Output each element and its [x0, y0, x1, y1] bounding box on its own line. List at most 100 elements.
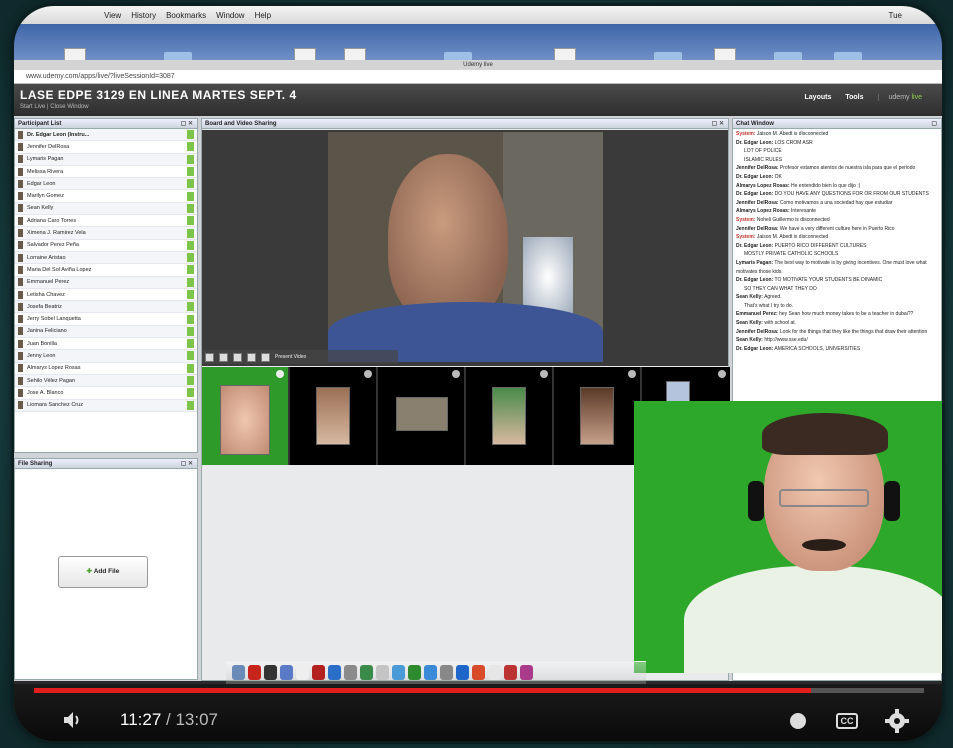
dock-app-icon[interactable] — [264, 665, 277, 680]
status-icon[interactable] — [187, 154, 194, 164]
grid-icon[interactable] — [233, 352, 242, 362]
thumbnail[interactable] — [202, 367, 290, 465]
status-icon[interactable] — [187, 253, 194, 263]
participant-row[interactable]: Emmanuel Perez — [15, 276, 197, 289]
status-icon[interactable] — [187, 290, 194, 299]
tools-menu[interactable]: Tools — [845, 94, 863, 101]
participant-row[interactable]: Jenny Leon — [15, 350, 197, 363]
dock-app-icon[interactable] — [360, 665, 373, 680]
panel-controls-icon[interactable]: ▢ — [931, 119, 937, 129]
panel-controls-icon[interactable]: ▢ ✕ — [181, 459, 193, 469]
dock-app-icon[interactable] — [248, 665, 261, 680]
participant-row[interactable]: Almarys Lopez Rosas — [15, 363, 197, 375]
participant-row[interactable]: Ximena J. Ramirez Vela — [15, 227, 197, 240]
participant-row[interactable]: Edgar Leon — [15, 178, 197, 191]
panel-controls-icon[interactable]: ▢ ✕ — [181, 119, 193, 129]
menu-bookmarks[interactable]: Bookmarks — [166, 11, 206, 20]
participant-row[interactable]: Marilyn Gomez — [15, 190, 197, 203]
participant-row[interactable]: Dr. Edgar Leon (Instru... — [15, 129, 197, 142]
status-icon[interactable] — [187, 228, 194, 238]
status-icon[interactable] — [187, 400, 194, 410]
status-icon[interactable] — [187, 142, 194, 152]
status-icon[interactable] — [187, 363, 194, 373]
dock-app-icon[interactable] — [424, 665, 437, 680]
dock-app-icon[interactable] — [456, 665, 469, 680]
panel-controls-icon[interactable]: ▢ ✕ — [712, 119, 724, 129]
participant-row[interactable]: Josefa Beatriz — [15, 301, 197, 314]
participant-row[interactable]: Jerry Sobel Lanquetta — [15, 313, 197, 326]
status-icon[interactable] — [187, 302, 194, 312]
menu-help[interactable]: Help — [255, 11, 271, 20]
close-video-icon[interactable] — [261, 352, 270, 362]
participant-row[interactable]: Adriana Caro Torres — [15, 215, 197, 228]
layouts-menu[interactable]: Layouts — [805, 94, 832, 101]
status-icon[interactable] — [187, 167, 194, 177]
dock-app-icon[interactable] — [392, 665, 405, 680]
dock-app-icon[interactable] — [232, 665, 245, 680]
expand-icon[interactable] — [247, 352, 256, 362]
dock-app-icon[interactable] — [376, 665, 389, 680]
slider-icon[interactable] — [219, 352, 228, 362]
dock-app-icon[interactable] — [344, 665, 357, 680]
close-thumb-icon[interactable] — [540, 370, 548, 378]
thumbnail[interactable] — [290, 367, 378, 465]
thumbnail[interactable] — [554, 367, 642, 465]
thumbnail[interactable] — [378, 367, 466, 465]
status-icon[interactable] — [187, 179, 194, 189]
menu-view[interactable]: View — [104, 11, 121, 20]
status-icon[interactable] — [187, 240, 194, 250]
participant-row[interactable]: Sean Kelly — [15, 202, 197, 216]
participant-row[interactable]: Lymaris Pagan — [15, 153, 197, 166]
close-thumb-icon[interactable] — [364, 370, 372, 378]
dock-app-icon[interactable] — [488, 665, 501, 680]
dock-app-icon[interactable] — [440, 665, 453, 680]
status-icon[interactable] — [187, 265, 194, 275]
close-thumb-icon[interactable] — [628, 370, 636, 378]
add-file-button[interactable]: ✚ Add File — [58, 556, 148, 588]
status-icon[interactable] — [187, 339, 194, 349]
clock-icon[interactable] — [790, 713, 806, 729]
dock-app-icon[interactable] — [328, 665, 341, 680]
menu-history[interactable]: History — [131, 11, 156, 20]
participant-row[interactable]: Lorraine Aristao — [15, 251, 197, 265]
status-icon[interactable] — [187, 216, 194, 226]
participant-row[interactable]: Maria Del Sol Aviña Lopez — [15, 264, 197, 277]
participant-row[interactable]: Janina Feliciano — [15, 325, 197, 339]
status-icon[interactable] — [187, 376, 194, 386]
close-thumb-icon[interactable] — [452, 370, 460, 378]
participant-row[interactable]: Melissa Rivera — [15, 166, 197, 179]
dock-app-icon[interactable] — [472, 665, 485, 680]
cc-icon[interactable]: CC — [836, 713, 858, 729]
participant-row[interactable]: Salvador Perez Peña — [15, 240, 197, 252]
participant-row[interactable]: Liomara Sanchez Cruz — [15, 399, 197, 412]
status-icon[interactable] — [187, 277, 194, 287]
dock-app-icon[interactable] — [504, 665, 517, 680]
menu-window[interactable]: Window — [216, 11, 244, 20]
participant-row[interactable]: Juan Bonilla — [15, 338, 197, 351]
dock-app-icon[interactable] — [408, 665, 421, 680]
main-video-feed[interactable] — [328, 132, 603, 362]
participant-row[interactable]: Sehilo Vélez Pagan — [15, 374, 197, 388]
session-subtitle[interactable]: Start Live | Close Window — [20, 104, 89, 110]
status-icon[interactable] — [187, 326, 194, 336]
close-thumb-icon[interactable] — [276, 370, 284, 378]
camera-icon[interactable] — [205, 352, 214, 362]
dock-app-icon[interactable] — [296, 665, 309, 680]
dock-app-icon[interactable] — [312, 665, 325, 680]
present-video-label[interactable]: Present Video — [275, 354, 306, 360]
participant-row[interactable]: Jennifer DelRosa — [15, 141, 197, 154]
thumbnail[interactable] — [466, 367, 554, 465]
gear-icon[interactable] — [884, 708, 910, 734]
progress-track[interactable] — [34, 688, 924, 693]
volume-icon[interactable] — [62, 710, 84, 730]
dock-app-icon[interactable] — [280, 665, 293, 680]
status-icon[interactable] — [187, 351, 194, 361]
status-icon[interactable] — [187, 314, 194, 324]
participant-row[interactable]: Jose A. Blanco — [15, 387, 197, 400]
close-thumb-icon[interactable] — [718, 370, 726, 378]
status-icon[interactable] — [187, 203, 194, 213]
dock-app-icon[interactable] — [520, 665, 533, 680]
status-icon[interactable] — [187, 191, 194, 201]
participant-row[interactable]: Letisha Chavez — [15, 289, 197, 302]
status-icon[interactable] — [187, 130, 194, 140]
